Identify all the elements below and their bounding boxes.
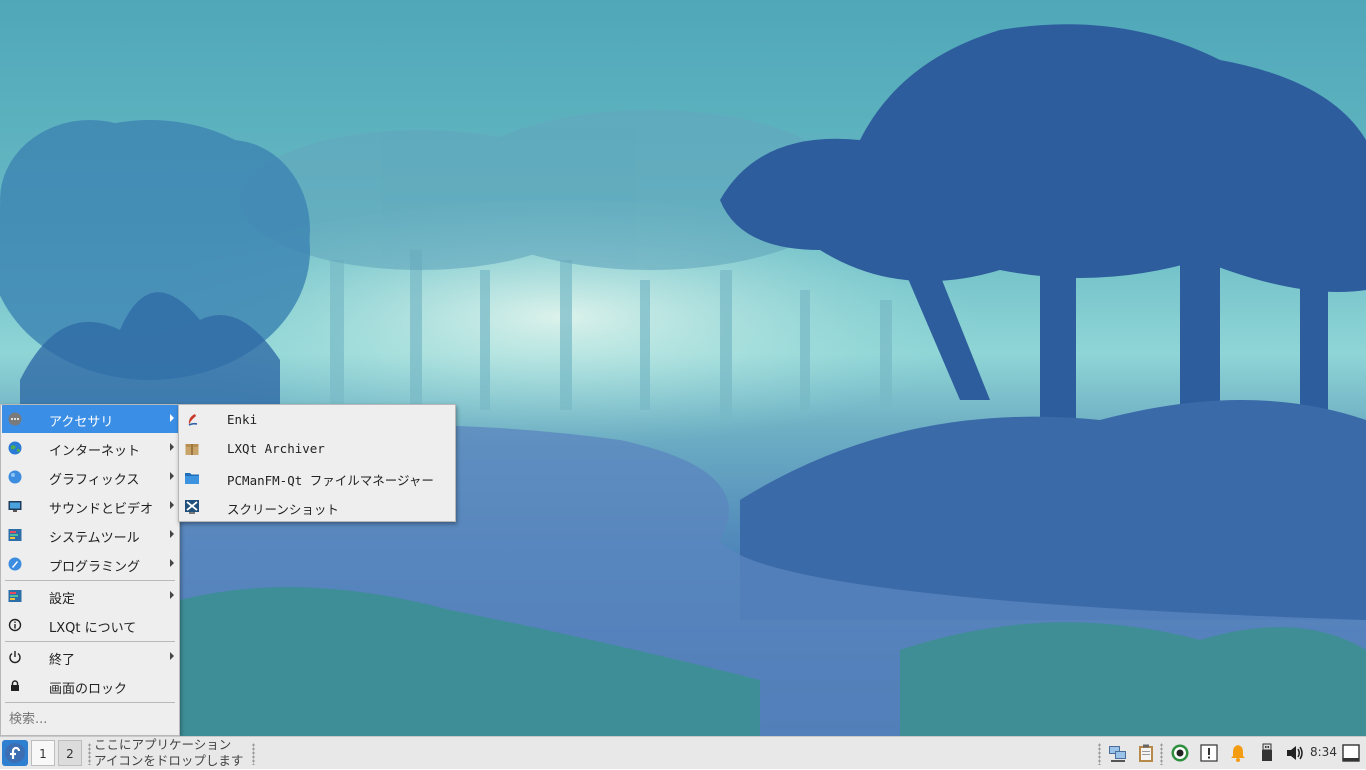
info-icon [8, 618, 22, 632]
menu-item-label: サウンドとビデオ [49, 502, 154, 517]
update-ring-icon[interactable] [1170, 743, 1190, 763]
submenu-item-label: Enki [227, 412, 258, 427]
submenu-item-screenshot[interactable]: スクリーンショット [180, 493, 454, 521]
menu-item-accessories[interactable]: アクセサリ [2, 405, 178, 433]
clock[interactable]: 8:34 [1310, 745, 1337, 759]
power-icon [9, 651, 21, 664]
programming-icon [8, 557, 22, 571]
chevron-right-icon [170, 501, 174, 509]
chevron-right-icon [170, 414, 174, 422]
start-menu-button[interactable] [2, 740, 28, 766]
folder-icon [185, 473, 199, 484]
quicklaunch-drop-hint: ここにアプリケーション アイコンをドロップします [94, 737, 243, 769]
menu-item-label: 設定 [49, 592, 76, 607]
menu-item-shutdown[interactable]: 終了 [2, 643, 178, 671]
menu-item-label: 終了 [49, 653, 76, 668]
panel-grip-handle[interactable] [252, 743, 255, 765]
usb-drive-icon[interactable] [1257, 743, 1277, 763]
multimedia-icon [8, 501, 22, 512]
accessories-submenu: Enki LXQt Archiver PCManFM-Qt ファイルマネージャー… [178, 404, 456, 522]
lock-icon [11, 680, 19, 691]
clipboard-icon[interactable] [1136, 743, 1156, 763]
panel-grip-handle[interactable] [88, 743, 91, 765]
enki-editor-icon [188, 414, 198, 426]
show-desktop-icon[interactable] [1341, 743, 1361, 763]
chevron-right-icon [170, 472, 174, 480]
desktop-switch-1[interactable]: 1 [31, 740, 55, 766]
menu-item-label: プログラミング [49, 560, 141, 575]
menu-search-input[interactable] [9, 710, 169, 728]
menu-item-programming[interactable]: プログラミング [2, 550, 178, 578]
chevron-right-icon [170, 652, 174, 660]
menu-item-sound-video[interactable]: サウンドとビデオ [2, 492, 178, 520]
archiver-box-icon [185, 444, 199, 455]
chevron-right-icon [170, 530, 174, 538]
network-icon[interactable] [1108, 743, 1128, 763]
menu-item-label: 画面のロック [49, 682, 128, 697]
menu-item-label: グラフィックス [49, 473, 140, 488]
settings-icon [8, 590, 22, 602]
menu-separator [5, 702, 175, 703]
menu-item-lock-screen[interactable]: 画面のロック [2, 672, 178, 700]
accessories-icon [8, 412, 22, 426]
menu-item-settings[interactable]: 設定 [2, 582, 178, 610]
menu-item-label: アクセサリ [49, 415, 114, 430]
panel-grip-handle[interactable] [1160, 743, 1163, 765]
submenu-item-enki[interactable]: Enki [180, 406, 454, 434]
menu-separator [5, 641, 175, 642]
chevron-right-icon [170, 443, 174, 451]
submenu-item-lxqt-archiver[interactable]: LXQt Archiver [180, 435, 454, 463]
hint-line-2: アイコンをドロップします [94, 753, 244, 768]
panel-grip-handle[interactable] [1098, 743, 1101, 765]
submenu-item-pcmanfm-qt[interactable]: PCManFM-Qt ファイルマネージャー [180, 464, 454, 492]
menu-item-graphics[interactable]: グラフィックス [2, 463, 178, 491]
internet-globe-icon [8, 441, 22, 455]
menu-item-about-lxqt[interactable]: LXQt について [2, 611, 178, 639]
submenu-item-label: PCManFM-Qt ファイルマネージャー [227, 473, 434, 488]
menu-item-system-tools[interactable]: システムツール [2, 521, 178, 549]
volume-icon[interactable] [1285, 743, 1305, 763]
application-menu: アクセサリ インターネット グラフィックス サウンドとビデオ システムツール プ… [0, 404, 180, 736]
notification-bell-icon[interactable] [1228, 743, 1248, 763]
submenu-item-label: LXQt Archiver [227, 441, 325, 456]
submenu-item-label: スクリーンショット [227, 502, 339, 517]
desktop-wallpaper [0, 0, 1366, 736]
fedora-logo-icon [5, 743, 25, 763]
chevron-right-icon [170, 559, 174, 567]
screenshot-icon [185, 500, 199, 514]
graphics-icon [8, 470, 22, 484]
menu-item-internet[interactable]: インターネット [2, 434, 178, 462]
menu-item-label: インターネット [49, 444, 141, 459]
menu-item-label: システムツール [49, 531, 140, 546]
taskbar: 1 2 ここにアプリケーション アイコンをドロップします 8:34 [0, 736, 1366, 769]
chevron-right-icon [170, 591, 174, 599]
menu-separator [5, 580, 175, 581]
hint-line-1: ここにアプリケーション [94, 737, 232, 752]
system-tools-icon [8, 529, 22, 541]
menu-item-label: LXQt について [49, 621, 137, 636]
alert-icon[interactable] [1199, 743, 1219, 763]
desktop-switch-2[interactable]: 2 [58, 740, 82, 766]
